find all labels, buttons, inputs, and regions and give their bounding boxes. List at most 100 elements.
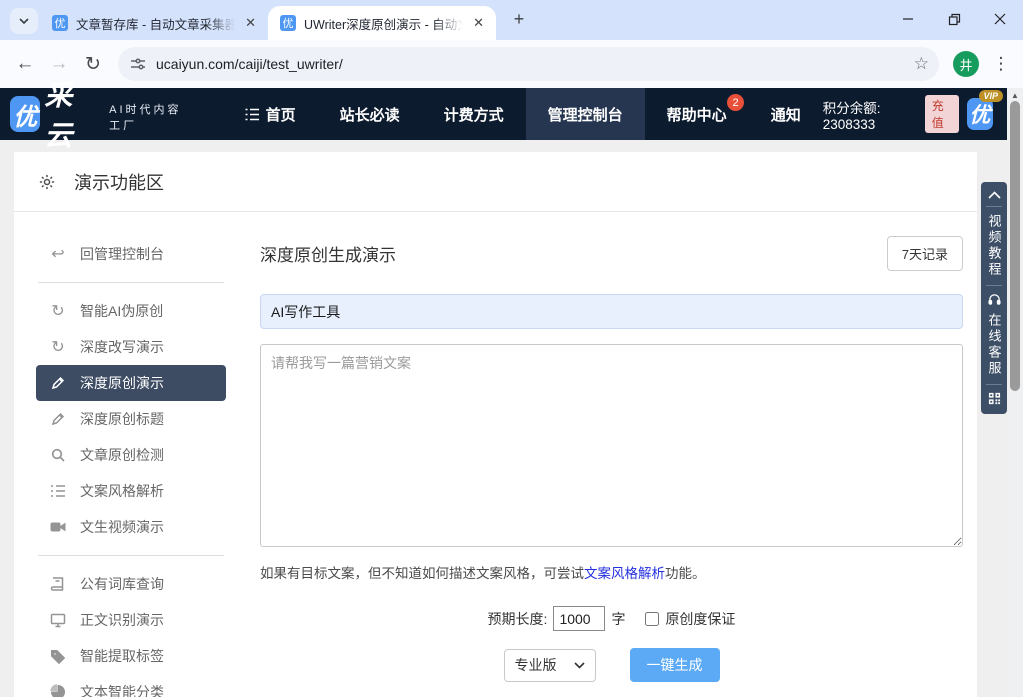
browser-tab-2-active[interactable]: 优 UWriter深度原创演示 - 自动文 ✕ [268,6,496,40]
refresh-icon: ↻ [50,301,66,321]
panel-divider [986,206,1002,207]
nav-item-notice[interactable]: 通知 [749,88,823,140]
sidebar-item-label: 回管理控制台 [80,244,164,264]
sidebar-item-style-analysis[interactable]: 文案风格解析 [36,473,226,509]
screen: 优 文章暂存库 - 自动文章采集器-优 ✕ 优 UWriter深度原创演示 - … [0,0,1023,697]
logo-tagline: AI时代内容工厂 [109,101,194,133]
content-card: 演示功能区 ↩ 回管理控制台 ↻ 智能AI伪原创 ↻ 深度改写演示 深度原创演示 [14,152,977,697]
browser-profile-avatar[interactable]: 井 [953,51,979,77]
nav-item-label: 管理控制台 [548,104,623,125]
sidebar-item-text-to-video[interactable]: 文生视频演示 [36,509,226,545]
restore-icon [948,13,961,26]
bookmark-star-icon[interactable]: ☆ [914,54,929,74]
sidebar-item-label: 智能提取标签 [80,646,164,666]
nav-item-label: 通知 [771,104,801,125]
minimize-button[interactable] [885,0,931,38]
sidebar-item-label: 智能AI伪原创 [80,301,163,321]
window-controls [885,0,1023,38]
site-info-icon[interactable] [130,56,146,72]
new-tab-button[interactable]: + [506,6,532,32]
sidebar-item-label: 深度原创演示 [80,373,164,393]
notice-count-badge: 2 [727,94,744,111]
numbered-list-icon [50,483,66,499]
tab-close-icon[interactable]: ✕ [243,15,258,31]
tab-close-icon[interactable]: ✕ [471,15,486,31]
sidebar-item-label: 文案风格解析 [80,481,164,501]
style-hint-text: 如果有目标文案，但不知道如何描述文案风格，可尝试文案风格解析功能。 [260,562,963,582]
pie-chart-icon [50,684,66,697]
sidebar-item-label: 文生视频演示 [80,517,164,537]
originality-checkbox-label: 原创度保证 [665,609,735,629]
length-input[interactable] [553,606,605,631]
browser-menu-icon[interactable]: ⋮ [987,54,1015,74]
page-header: 演示功能区 [14,152,977,212]
sidebar-item-originality-check[interactable]: 文章原创检测 [36,437,226,473]
seven-day-records-button[interactable]: 7天记录 [887,236,963,271]
tab-title: UWriter深度原创演示 - 自动文 [304,14,463,33]
nav-item-label: 站长必读 [340,104,400,125]
logo-square: 优 [10,96,40,132]
sidebar-item-text-classification[interactable]: 文本智能分类 [36,674,226,697]
book-icon [50,576,66,592]
originality-checkbox[interactable] [645,612,659,626]
version-select[interactable]: 专业版 [504,649,596,682]
tab-search-button[interactable] [10,8,38,34]
nav-item-label: 计费方式 [444,104,504,125]
scrollbar-up-arrow[interactable]: ▲ [1007,88,1023,102]
sidebar-item-extract-tags[interactable]: 智能提取标签 [36,638,226,674]
restore-button[interactable] [931,0,977,38]
nav-item-label: 首页 [266,104,296,125]
video-tutorial-button[interactable]: 视频教程 [985,214,1004,278]
chevron-down-icon [18,15,30,27]
prompt-textarea[interactable] [260,344,963,547]
site-logo[interactable]: 优 采云 [10,74,95,154]
online-service-button[interactable]: 在线客服 [985,313,1004,377]
sidebar-item-label: 深度改写演示 [80,337,164,357]
sidebar-item-public-lexicon[interactable]: 公有词库查询 [36,566,226,602]
sidebar-item-deep-original[interactable]: 深度原创演示 [36,365,226,401]
page-scrollbar[interactable]: ▲ [1007,88,1023,697]
sidebar-item-ai-rewrite[interactable]: ↻ 智能AI伪原创 [36,293,226,329]
generate-button[interactable]: 一键生成 [630,648,720,682]
browser-tab-1[interactable]: 优 文章暂存库 - 自动文章采集器-优 ✕ [40,6,268,40]
url-text[interactable]: ucaiyun.com/caiji/test_uwriter/ [156,56,914,72]
sidebar-item-deep-rewrite[interactable]: ↻ 深度改写演示 [36,329,226,365]
nav-item-console[interactable]: 管理控制台 [526,88,645,140]
nav-item-home[interactable]: 首页 [223,88,318,140]
length-control-row: 预期长度: 字 原创度保证 [260,606,963,631]
browser-titlebar: 优 文章暂存库 - 自动文章采集器-优 ✕ 优 UWriter深度原创演示 - … [0,0,1023,40]
main-header: 深度原创生成演示 7天记录 [260,236,963,271]
close-window-button[interactable] [977,0,1023,38]
sidebar-item-content-recognition[interactable]: 正文识别演示 [36,602,226,638]
points-balance: 积分余额: 2308333 [823,97,917,132]
nav-item-billing[interactable]: 计费方式 [422,88,526,140]
sidebar-item-label: 文章原创检测 [80,445,164,465]
sidebar-item-back-console[interactable]: ↩ 回管理控制台 [36,236,226,272]
style-analysis-link[interactable]: 文案风格解析 [584,566,665,581]
nav-item-must-read[interactable]: 站长必读 [318,88,422,140]
sidebar-item-deep-title[interactable]: 深度原创标题 [36,401,226,437]
panel-divider [986,285,1002,286]
recharge-button[interactable]: 充值 [925,95,959,133]
edit-icon [50,375,66,391]
edit-icon [50,411,66,427]
address-bar[interactable]: ucaiyun.com/caiji/test_uwriter/ ☆ [118,47,939,81]
scroll-top-icon[interactable] [988,191,1001,199]
gear-icon [38,173,56,191]
topic-input[interactable] [260,294,963,329]
headset-icon [988,293,1001,306]
panel-divider [986,384,1002,385]
minimize-icon [902,13,914,25]
hint-prefix: 如果有目标文案，但不知道如何描述文案风格，可尝试 [260,566,584,581]
nav-right-section: 积分余额: 2308333 充值 优 VIP [823,95,993,133]
user-avatar[interactable]: 优 VIP [967,98,993,130]
hint-suffix: 功能。 [665,566,706,581]
tag-icon [50,648,66,664]
qr-code-icon[interactable] [988,392,1001,405]
logo-text: 采云 [44,74,95,154]
search-icon [50,447,66,463]
main-panel: 深度原创生成演示 7天记录 如果有目标文案，但不知道如何描述文案风格，可尝试文案… [260,236,963,682]
sidebar-item-label: 文本智能分类 [80,682,164,697]
scrollbar-thumb[interactable] [1010,101,1020,391]
list-icon [245,108,260,121]
